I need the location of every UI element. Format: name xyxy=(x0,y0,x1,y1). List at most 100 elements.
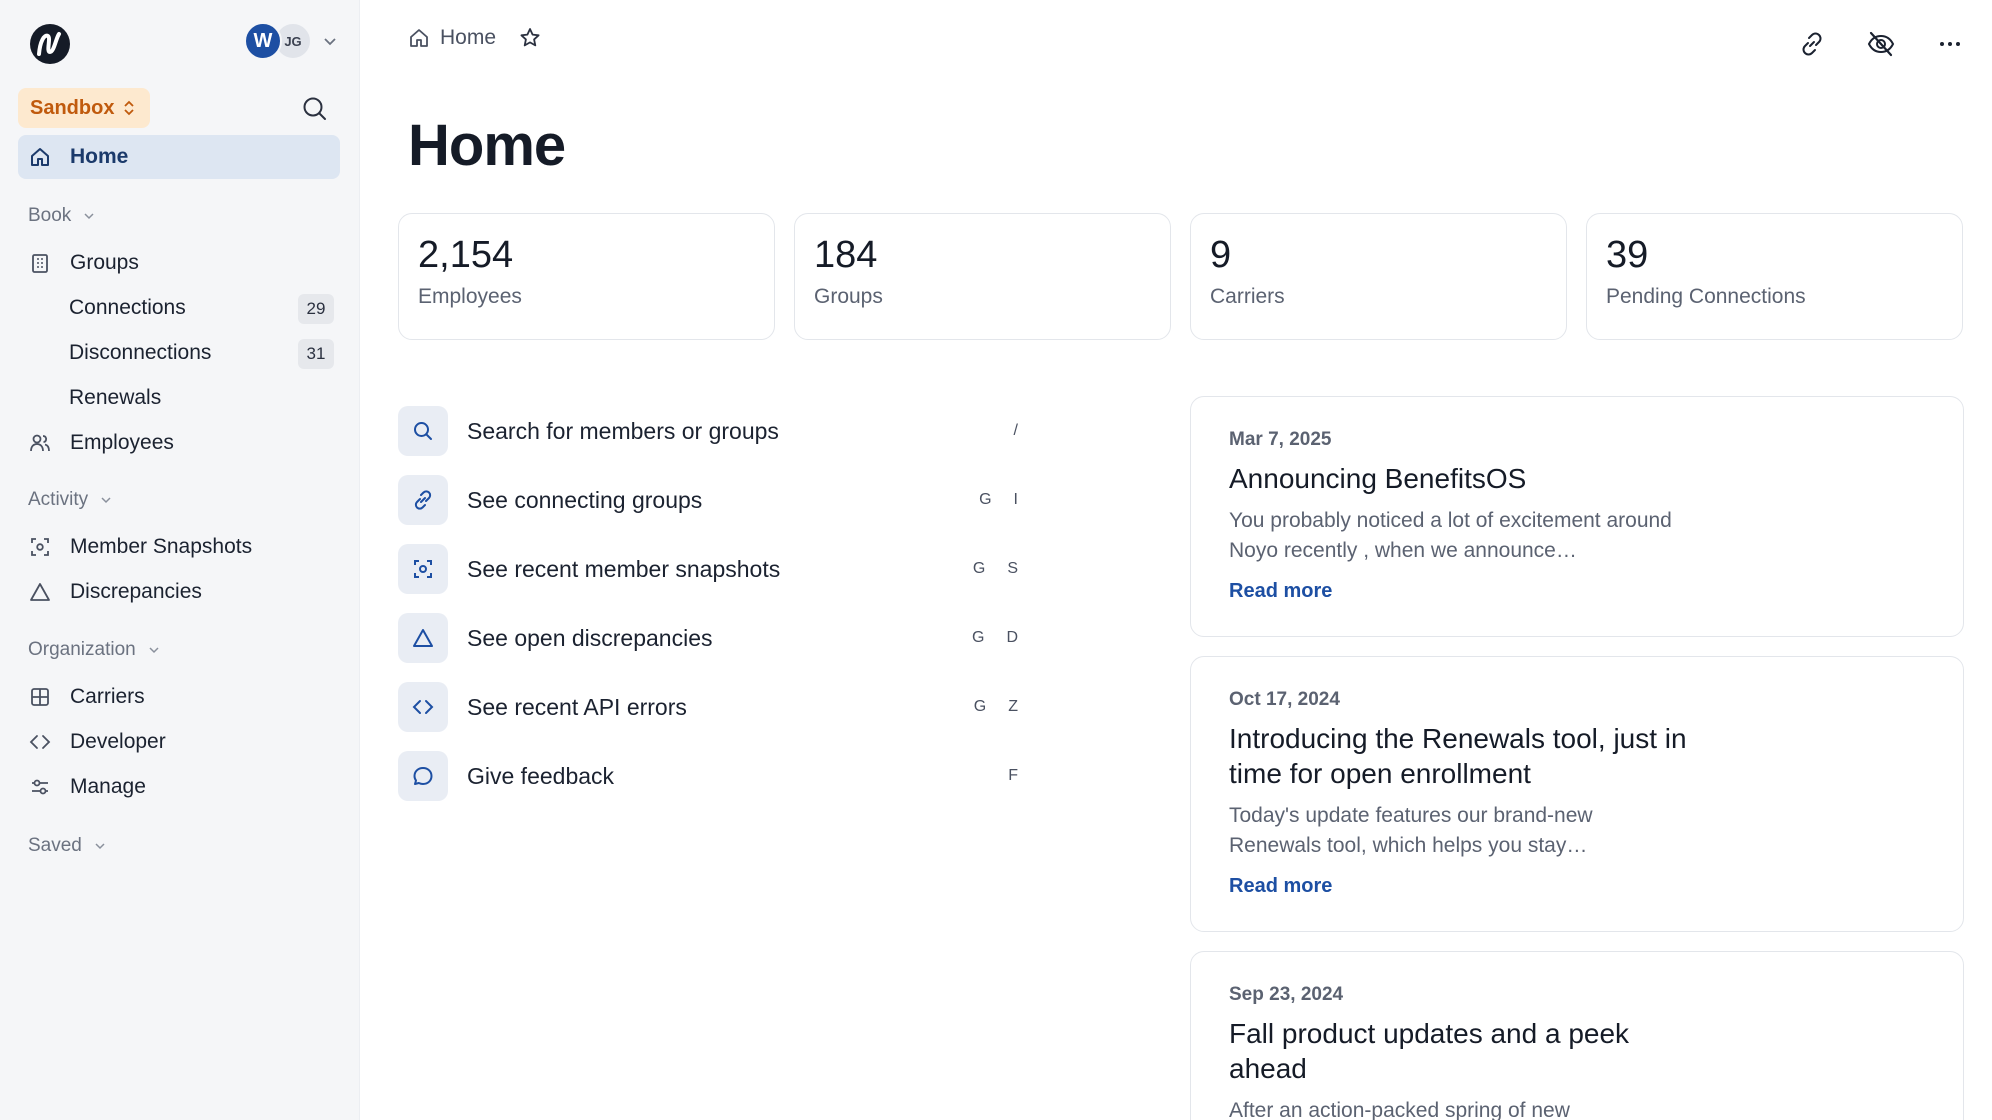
grid-icon xyxy=(20,686,60,708)
action-label: See connecting groups xyxy=(467,486,703,513)
action-search[interactable]: Search for members or groups / xyxy=(398,406,1018,456)
triangle-icon xyxy=(20,581,60,603)
news-title: Fall product updates and a peek ahead xyxy=(1229,1018,1630,1084)
code-icon xyxy=(398,682,448,732)
stat-label: Pending Connections xyxy=(1606,285,1806,308)
action-connecting-groups[interactable]: See connecting groups GI xyxy=(398,475,1018,525)
news-date: Mar 7, 2025 xyxy=(1229,429,1332,450)
avatar-org[interactable]: W xyxy=(244,22,282,60)
eye-off-icon[interactable] xyxy=(1866,29,1896,59)
stat-card-groups[interactable]: 184 Groups xyxy=(794,213,1171,340)
building-icon xyxy=(20,252,60,274)
section-label: Book xyxy=(28,205,72,226)
environment-switcher[interactable]: Sandbox xyxy=(18,88,151,128)
keyboard-shortcut: / xyxy=(1013,422,1018,439)
read-more-link[interactable]: Read more xyxy=(1229,875,1925,898)
news-excerpt: You probably noticed a lot of excitement… xyxy=(1229,509,1672,562)
sidebar-item-label: Disconnections xyxy=(69,341,212,364)
sidebar-item-label: Carriers xyxy=(70,685,145,708)
news-title: Introducing the Renewals tool, just in t… xyxy=(1229,723,1687,789)
news-card[interactable]: Oct 17, 2024 Introducing the Renewals to… xyxy=(1190,656,1964,932)
link-icon xyxy=(398,475,448,525)
sidebar-item-label: Discrepancies xyxy=(70,580,202,603)
action-member-snapshots[interactable]: See recent member snapshots GS xyxy=(398,544,1018,594)
action-give-feedback[interactable]: Give feedback F xyxy=(398,751,1018,801)
chevron-down-icon[interactable] xyxy=(322,33,338,49)
sidebar-item-discrepancies[interactable]: Discrepancies xyxy=(18,570,340,614)
chevron-up-down-icon xyxy=(124,100,135,116)
sidebar-item-disconnections[interactable]: Disconnections 31 xyxy=(18,333,340,373)
star-icon[interactable] xyxy=(518,26,542,50)
sidebar-item-groups[interactable]: Groups xyxy=(18,241,340,285)
environment-label: Sandbox xyxy=(30,96,115,119)
sidebar-item-employees[interactable]: Employees xyxy=(18,421,340,465)
count-badge: 31 xyxy=(298,339,334,369)
section-label: Saved xyxy=(28,835,82,856)
noyo-logo-icon[interactable] xyxy=(28,22,72,66)
section-saved[interactable]: Saved xyxy=(28,835,106,857)
snapshot-icon xyxy=(398,544,448,594)
sidebar-item-connections[interactable]: Connections 29 xyxy=(18,288,340,328)
stat-value: 9 xyxy=(1210,234,1232,276)
stat-label: Carriers xyxy=(1210,285,1285,308)
sidebar-item-label: Developer xyxy=(70,730,166,753)
home-icon xyxy=(410,29,428,47)
stat-value: 2,154 xyxy=(418,234,514,276)
breadcrumb-item[interactable]: Home xyxy=(440,26,496,50)
news-card[interactable]: Mar 7, 2025 Announcing BenefitsOS You pr… xyxy=(1190,396,1964,637)
sidebar-item-home[interactable]: Home xyxy=(18,135,340,179)
action-label: See recent API errors xyxy=(467,693,687,720)
keyboard-shortcut: GD xyxy=(971,629,1018,646)
stat-card-pending-connections[interactable]: 39 Pending Connections xyxy=(1586,213,1963,340)
news-excerpt: After an action-packed spring of new xyxy=(1229,1099,1570,1120)
sliders-icon xyxy=(20,776,60,798)
sidebar-item-manage[interactable]: Manage xyxy=(18,765,340,809)
action-open-discrepancies[interactable]: See open discrepancies GD xyxy=(398,613,1018,663)
stat-card-carriers[interactable]: 9 Carriers xyxy=(1190,213,1567,340)
keyboard-shortcut: GS xyxy=(972,560,1018,577)
news-card[interactable]: Sep 23, 2024 Fall product updates and a … xyxy=(1190,951,1964,1120)
action-label: Search for members or groups xyxy=(467,417,779,444)
code-icon xyxy=(20,731,60,753)
more-icon[interactable] xyxy=(1935,29,1965,59)
snapshot-icon xyxy=(20,536,60,558)
sidebar-item-carriers[interactable]: Carriers xyxy=(18,675,340,719)
read-more-link[interactable]: Read more xyxy=(1229,580,1925,603)
news-date: Oct 17, 2024 xyxy=(1229,689,1340,710)
sidebar-item-renewals[interactable]: Renewals xyxy=(18,378,340,418)
chevron-down-icon xyxy=(149,647,159,654)
account-switcher[interactable]: W JG xyxy=(244,22,338,60)
action-api-errors[interactable]: See recent API errors GZ xyxy=(398,682,1018,732)
link-icon[interactable] xyxy=(1797,29,1827,59)
search-icon[interactable] xyxy=(300,94,330,124)
news-title: Announcing BenefitsOS xyxy=(1229,463,1527,494)
news-excerpt: Today's update features our brand-new Re… xyxy=(1229,804,1593,857)
sidebar: W JG Sandbox Home Book Groups Connection… xyxy=(0,0,360,1120)
sidebar-item-label: Connections xyxy=(69,296,186,319)
stat-card-employees[interactable]: 2,154 Employees xyxy=(398,213,775,340)
section-book[interactable]: Book xyxy=(28,205,95,227)
count-badge: 29 xyxy=(298,294,334,324)
section-label: Activity xyxy=(28,489,89,510)
chat-icon xyxy=(398,751,448,801)
section-organization[interactable]: Organization xyxy=(28,639,160,661)
triangle-icon xyxy=(398,613,448,663)
action-label: Give feedback xyxy=(467,762,615,789)
stat-value: 39 xyxy=(1606,234,1649,276)
keyboard-shortcut: GI xyxy=(979,491,1018,508)
action-label: See open discrepancies xyxy=(467,624,713,651)
keyboard-shortcut: GZ xyxy=(973,698,1018,715)
keyboard-shortcut: F xyxy=(1008,767,1018,784)
chevron-down-icon xyxy=(95,843,105,850)
news-date: Sep 23, 2024 xyxy=(1229,984,1344,1005)
stat-label: Groups xyxy=(814,285,883,308)
sidebar-item-label: Manage xyxy=(70,775,146,798)
stat-label: Employees xyxy=(418,285,522,308)
section-activity[interactable]: Activity xyxy=(28,489,112,511)
stat-value: 184 xyxy=(814,234,878,276)
search-icon xyxy=(398,406,448,456)
chevron-down-icon xyxy=(84,213,94,220)
action-label: See recent member snapshots xyxy=(467,555,781,582)
sidebar-item-developer[interactable]: Developer xyxy=(18,720,340,764)
sidebar-item-member-snapshots[interactable]: Member Snapshots xyxy=(18,525,340,569)
